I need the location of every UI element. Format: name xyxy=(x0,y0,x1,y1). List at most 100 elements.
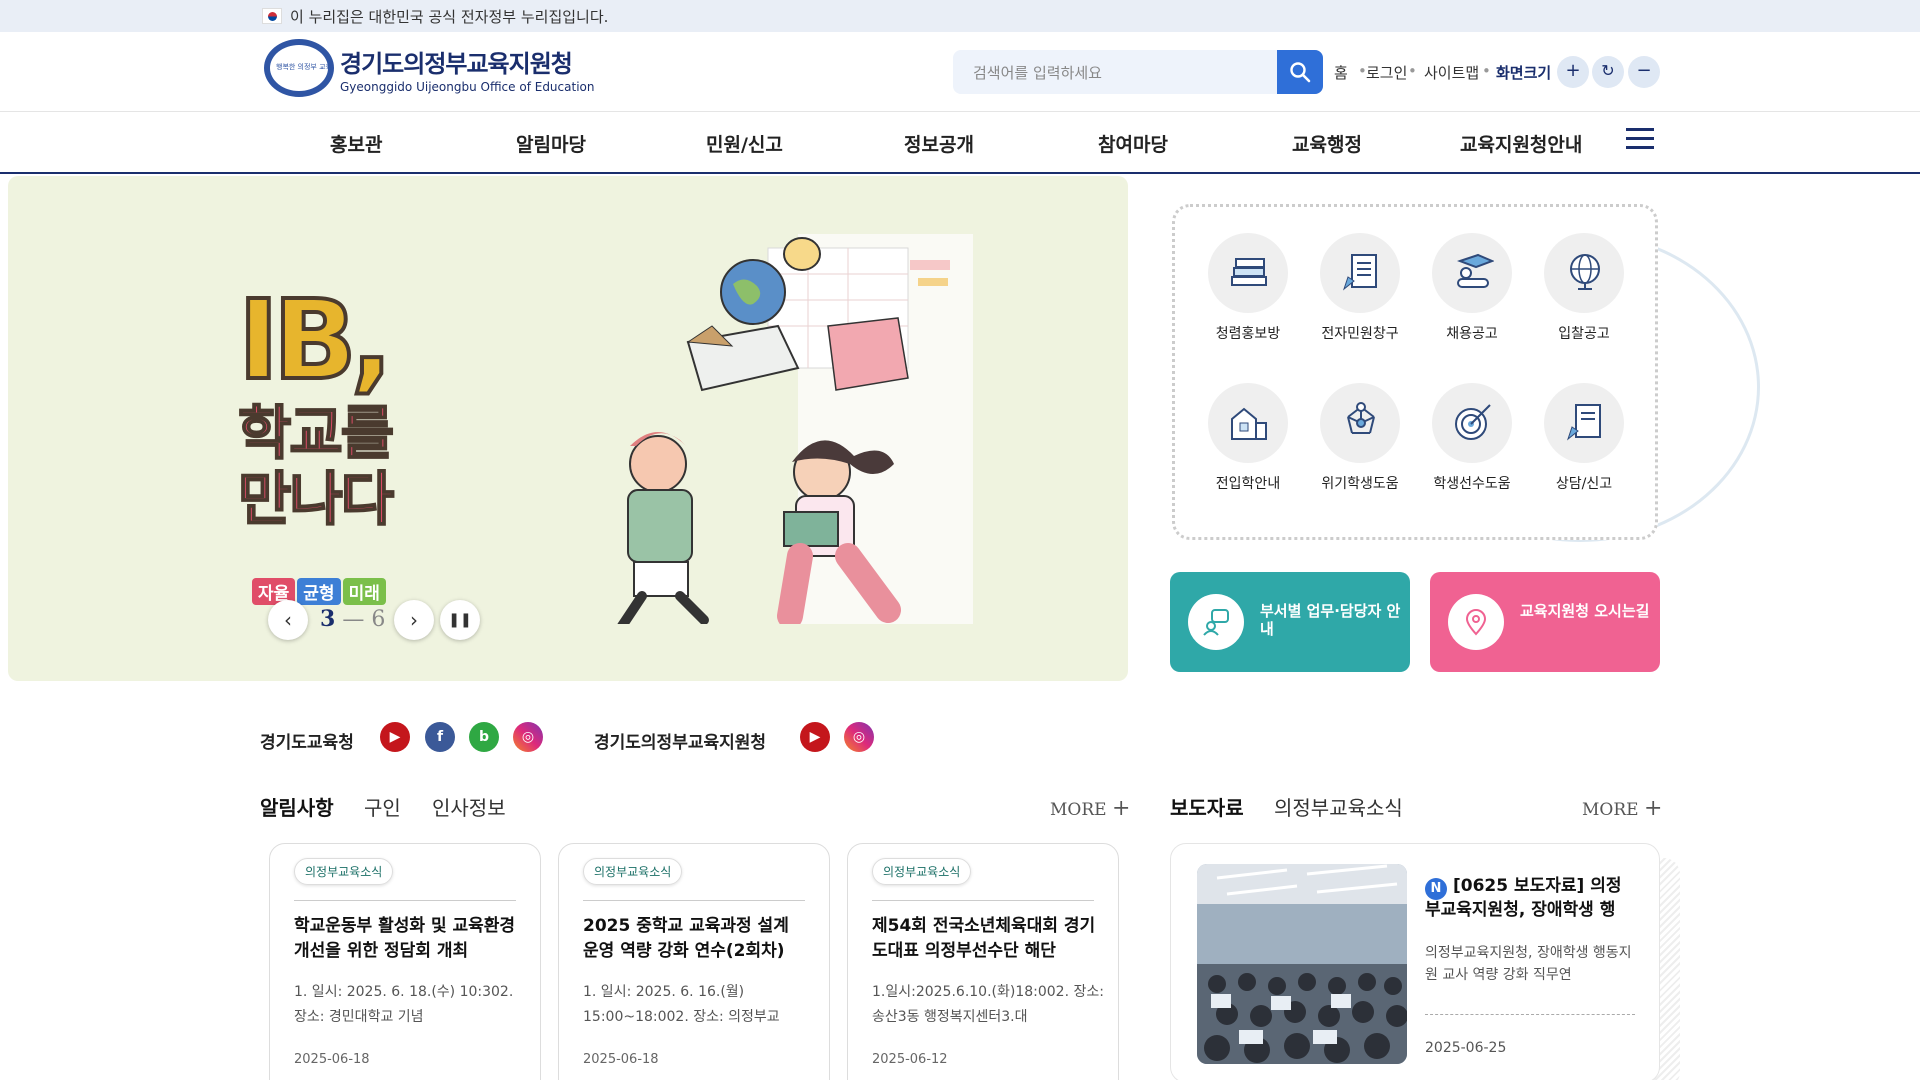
notice-summary: 1.일시:2025.6.10.(화)18:002. 장소:송산3동 행정복지센터… xyxy=(872,984,1104,1025)
korea-flag-icon xyxy=(262,8,282,24)
header: 행복한 의정부 교육 경기도의정부교육지원청 Gyeonggido Uijeon… xyxy=(0,32,1920,112)
banner-next-button[interactable]: › xyxy=(394,600,434,640)
gnb-item-civil[interactable]: 민원/신고 xyxy=(706,130,783,157)
gnb-item-about[interactable]: 교육지원청안내 xyxy=(1460,130,1582,157)
dept-staff-button[interactable]: 부서별 업무·담당자 안내 xyxy=(1170,572,1410,672)
dept-staff-label: 부서별 업무·담당자 안내 xyxy=(1260,602,1401,638)
notice-title: 2025 중학교 교육과정 설계 운영 역량 강화 연수(2회차) xyxy=(583,916,789,961)
youtube-icon[interactable]: ▶ xyxy=(800,722,830,752)
directions-label: 교육지원청 오시는길 xyxy=(1520,602,1650,620)
target-icon xyxy=(1455,404,1491,440)
notice-card[interactable]: 의정부교육소식 2025 중학교 교육과정 설계 운영 역량 강화 연수(2회차… xyxy=(558,843,830,1080)
pager-sep: — xyxy=(342,607,365,632)
search-input[interactable]: 검색어를 입력하세요 xyxy=(973,62,1102,83)
notice-date: 2025-06-18 xyxy=(294,1052,370,1067)
gnb-item-admin[interactable]: 교육행정 xyxy=(1292,130,1362,157)
gov-banner: 이 누리집은 대한민국 공식 전자정부 누리집입니다. xyxy=(0,0,1920,32)
seminar-photo xyxy=(1197,864,1407,1064)
font-size-text: 화면크기 xyxy=(1496,64,1552,82)
school-building-icon xyxy=(1231,407,1267,440)
quick-item-transfer[interactable]: 전입학안내 xyxy=(1193,383,1303,493)
main-visual-banner[interactable]: IB, 학교를 만나다 자율 균형 미래 ‹ 3 — 6 › ❚❚ xyxy=(8,176,1128,681)
font-size-label: 화면크기 xyxy=(1496,62,1551,83)
blog-icon[interactable]: b xyxy=(469,722,499,752)
press-title: [0625 보도자료] 의정부교육지원청, 장애학생 행 xyxy=(1425,876,1622,920)
pager-total: 6 xyxy=(371,607,386,632)
quick-item-recruit[interactable]: 채용공고 xyxy=(1417,233,1527,343)
notice-date: 2025-06-18 xyxy=(583,1052,659,1067)
tab-notices[interactable]: 알림사항 xyxy=(260,786,346,821)
zoom-in-button[interactable]: + xyxy=(1557,56,1589,88)
quick-label: 채용공고 xyxy=(1446,326,1498,342)
tab-jobs[interactable]: 구인 xyxy=(364,792,401,821)
category-badge: 의정부교육소식 xyxy=(872,858,972,885)
directions-button[interactable]: 교육지원청 오시는길 xyxy=(1430,572,1660,672)
banner-prev-button[interactable]: ‹ xyxy=(268,600,308,640)
notice-card[interactable]: 의정부교육소식 제54회 전국소년체육대회 경기도대표 의정부선수단 해단 1.… xyxy=(847,843,1119,1080)
gnb-item-notice[interactable]: 알림마당 xyxy=(516,130,586,157)
quick-item-bid[interactable]: 입찰공고 xyxy=(1529,233,1639,343)
util-sitemap-link[interactable]: 사이트맵 xyxy=(1424,62,1479,83)
util-sep: • xyxy=(1482,62,1491,80)
search-button[interactable] xyxy=(1277,50,1323,94)
notice-summary: 1. 일시: 2025. 6. 18.(수) 10:302. 장소: 경민대학교… xyxy=(294,984,514,1025)
quick-item-eminwon[interactable]: 전자민원창구 xyxy=(1305,233,1415,343)
logo-subtitle: Gyeonggido Uijeongbu Office of Education xyxy=(340,80,595,94)
category-badge: 의정부교육소식 xyxy=(583,858,683,885)
gnb-item-info[interactable]: 정보공개 xyxy=(904,130,974,157)
banner-pager: 3 — 6 xyxy=(320,606,385,632)
tag-future: 미래 xyxy=(342,578,386,605)
gnb-item-promo[interactable]: 홍보관 xyxy=(330,130,382,157)
youtube-icon[interactable]: ▶ xyxy=(380,722,410,752)
tab-personnel[interactable]: 인사정보 xyxy=(432,792,506,821)
banner-tags: 자율 균형 미래 xyxy=(252,578,388,605)
quick-item-athlete[interactable]: 학생선수도움 xyxy=(1417,383,1527,493)
tag-balance: 균형 xyxy=(297,578,341,605)
quick-label: 전자민원창구 xyxy=(1321,326,1399,342)
quick-label: 위기학생도움 xyxy=(1321,476,1399,492)
graduate-icon xyxy=(1457,253,1494,288)
banner-headline-1: IB, xyxy=(236,274,395,406)
tab-press[interactable]: 보도자료 xyxy=(1170,786,1256,821)
gnb-item-participation[interactable]: 참여마당 xyxy=(1098,130,1168,157)
zoom-reset-button[interactable]: ↻ xyxy=(1592,56,1624,88)
sns-group-uijeongbu-label: 경기도의정부교육지원청 xyxy=(594,733,767,753)
press-card[interactable]: N [0625 보도자료] 의정부교육지원청, 장애학생 행 의정부교육지원청,… xyxy=(1170,843,1660,1080)
press-more-button[interactable]: MORE + xyxy=(1582,796,1662,821)
network-icon xyxy=(1347,402,1375,434)
zoom-out-button[interactable]: − xyxy=(1628,56,1660,88)
staff-chat-icon xyxy=(1203,609,1229,636)
tab-edu-news[interactable]: 의정부교육소식 xyxy=(1274,792,1403,821)
instagram-icon[interactable]: ◎ xyxy=(844,722,874,752)
sns-group-gyeonggi-label: 경기도교육청 xyxy=(260,733,354,753)
quick-label: 상담/신고 xyxy=(1555,476,1613,492)
quick-menu: 청렴홍보방 전자민원창구 채용공고 입찰공고 전입학안내 위기학생도움 학생선수… xyxy=(1172,204,1658,540)
gov-banner-text: 이 누리집은 대한민국 공식 전자정부 누리집입니다. xyxy=(290,8,609,26)
notice-card[interactable]: 의정부교육소식 학교운동부 활성화 및 교육환경 개선을 위한 정담회 개최 1… xyxy=(269,843,541,1080)
press-date: 2025-06-25 xyxy=(1425,1040,1507,1056)
document-pencil-icon xyxy=(1342,254,1377,291)
quick-item-report[interactable]: 상담/신고 xyxy=(1529,383,1639,493)
util-home-label: 홈 xyxy=(1334,64,1348,82)
logo-title[interactable]: 경기도의정부교육지원청 xyxy=(340,44,573,79)
search-icon xyxy=(1290,62,1311,83)
all-menu-icon[interactable] xyxy=(1626,128,1654,152)
banner-pause-button[interactable]: ❚❚ xyxy=(440,600,480,640)
util-sitemap-label: 사이트맵 xyxy=(1424,64,1480,82)
location-pin-icon xyxy=(1465,609,1487,636)
quick-item-integrity[interactable]: 청렴홍보방 xyxy=(1193,233,1303,343)
plus-icon: + xyxy=(1643,796,1663,821)
more-label: MORE xyxy=(1050,800,1107,820)
util-sep: • xyxy=(1408,62,1417,80)
more-label: MORE xyxy=(1582,800,1639,820)
quick-item-crisis[interactable]: 위기학생도움 xyxy=(1305,383,1415,493)
util-home-link[interactable]: 홈 xyxy=(1334,62,1348,83)
search-box: 검색어를 입력하세요 xyxy=(953,50,1323,94)
facebook-icon[interactable]: f xyxy=(425,722,455,752)
instagram-icon[interactable]: ◎ xyxy=(513,722,543,752)
press-summary: 의정부교육지원청, 장애학생 행동지원 교사 역량 강화 직무연 xyxy=(1425,945,1632,983)
notice-summary: 1. 일시: 2025. 6. 16.(월) 15:00~18:002. 장소:… xyxy=(583,984,780,1025)
logo-emblem-icon[interactable]: 행복한 의정부 교육 xyxy=(264,39,334,97)
banner-headline-3: 만나다 xyxy=(237,464,395,534)
notices-more-button[interactable]: MORE + xyxy=(1050,796,1130,821)
